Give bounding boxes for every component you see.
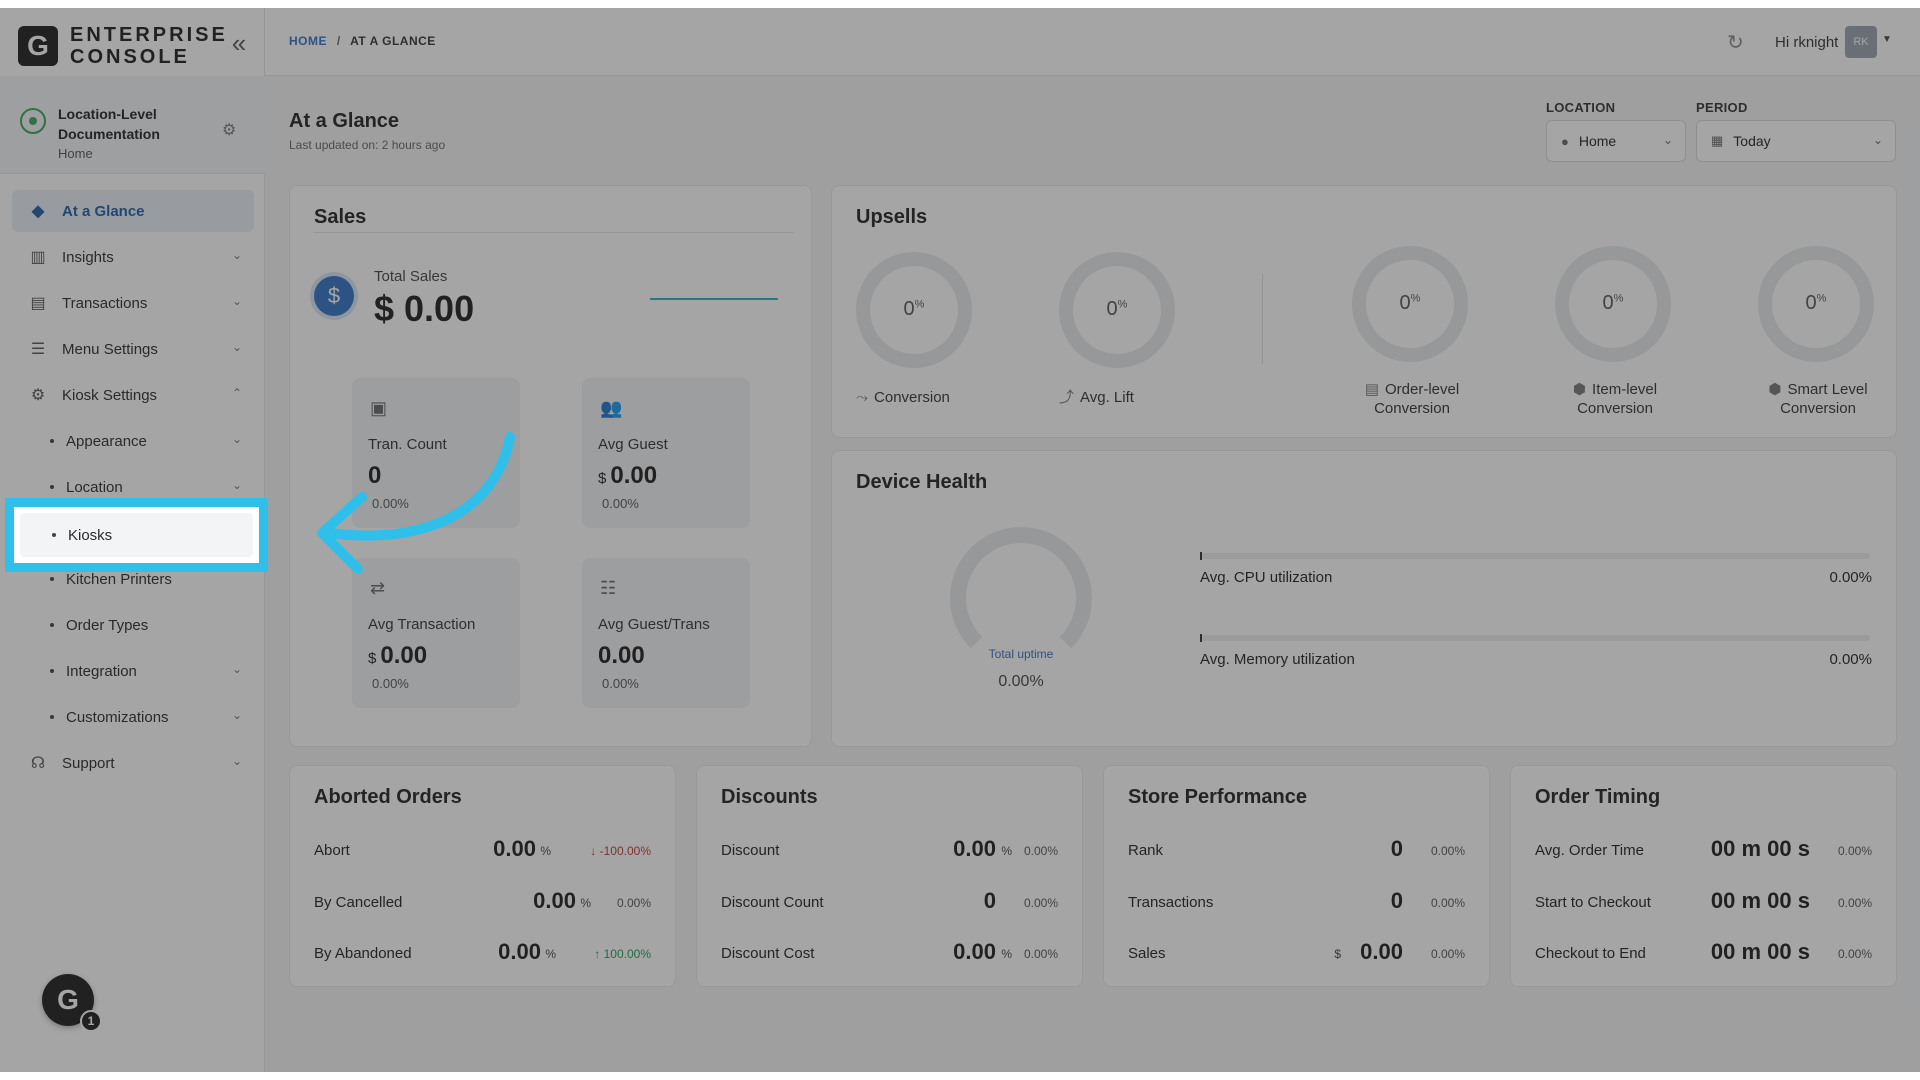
sidebar-item-label: Kiosks (68, 526, 113, 544)
spotlight-highlight: Kiosks (5, 498, 268, 572)
tutorial-overlay (0, 8, 1920, 1072)
bullet-icon (52, 533, 56, 537)
sidebar-subitem-kiosks[interactable]: Kiosks (20, 513, 253, 557)
pointer-arrow-icon (317, 432, 515, 574)
